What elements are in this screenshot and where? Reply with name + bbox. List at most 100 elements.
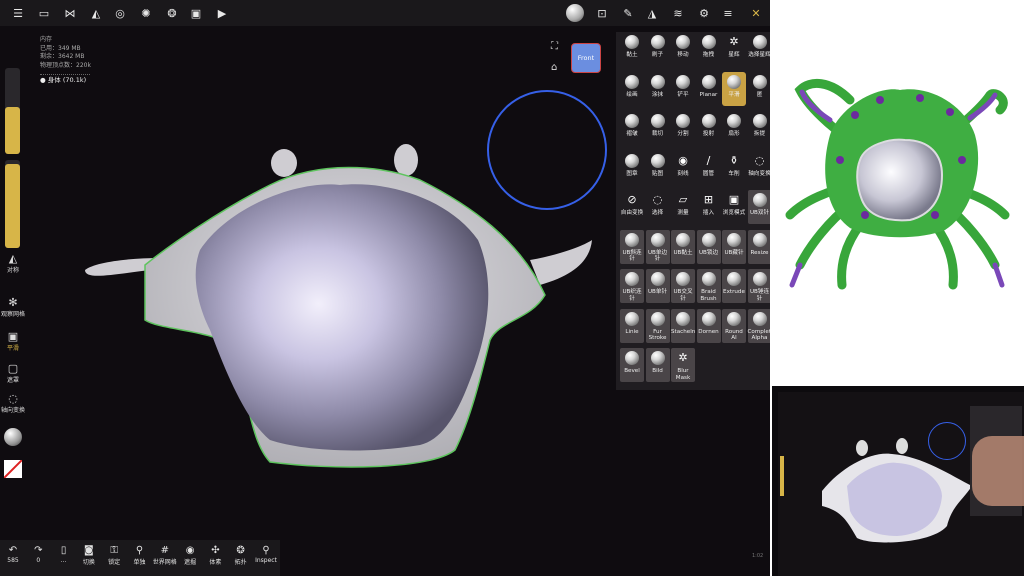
tool-4-1[interactable]: ◌ 选择 <box>646 190 670 224</box>
pip-brush-circle <box>928 422 966 460</box>
tool-label: 自由变换 <box>620 210 644 216</box>
grid-icon: # <box>160 545 169 556</box>
bottom-toolbar: ↶ 585 ↷ 0 ▯... ◙ 切换 ⚿ 锁定 ⚲ 单独 # 世界网格 ◉ 遮掘 ✣ 体素 ❂ 拓扑 ⚲ Inspec… <box>0 540 280 576</box>
tool-ball-icon <box>676 272 690 286</box>
tool-label: UB锤连针 <box>749 289 770 302</box>
tool-0-2[interactable]: 移动 <box>671 32 695 66</box>
tool-ball-icon <box>625 272 639 286</box>
tool-ball-icon <box>701 311 716 326</box>
tool-ball-icon <box>727 311 741 326</box>
tool-0-3[interactable]: 拖拽 <box>697 32 721 66</box>
bottom-redo-button[interactable]: ↷ 0 <box>25 544 51 564</box>
tool-2-1[interactable]: 裁切 <box>646 111 670 145</box>
tool-5-5[interactable]: Resize <box>747 229 770 264</box>
tool-2-3[interactable]: 投射 <box>697 111 721 145</box>
tool-6-2[interactable]: UB交叉针 <box>671 269 695 303</box>
tool-8-1[interactable]: Bild <box>645 348 670 382</box>
tool-4-3[interactable]: ⊞ 插入 <box>697 190 721 224</box>
tool-label: 贴图 <box>651 170 664 177</box>
inspect-icon: ⚲ <box>262 545 270 556</box>
tool-label: 轴向变换 <box>748 170 770 177</box>
tool-3-1[interactable]: 贴图 <box>646 151 670 185</box>
bottom-inspect-button[interactable]: ⚲ Inspect <box>253 544 279 564</box>
tool-4-2[interactable]: ▱ 测量 <box>671 190 695 224</box>
tool-ball-icon <box>650 272 665 286</box>
tool-7-3[interactable]: Dornen <box>696 308 721 343</box>
bottom-label: 遮掘 <box>184 559 197 566</box>
tool-5-0[interactable]: UB斜连针 <box>620 229 644 264</box>
tool-1-1[interactable]: 涂抹 <box>646 72 670 106</box>
bottom-camera-button[interactable]: ◙ 切换 <box>76 544 102 566</box>
tool-0-4[interactable]: ✲ 星辉 <box>722 32 746 66</box>
tool-3-4[interactable]: ⚱ 车削 <box>722 151 746 185</box>
tool-7-2[interactable]: Stacheln <box>671 308 695 343</box>
tool-ball-icon <box>752 35 767 49</box>
tool-ball-icon <box>752 232 767 247</box>
tool-7-1[interactable]: Fur Stroke <box>645 308 670 343</box>
tool-7-4[interactable]: Round Al <box>722 308 746 343</box>
tool-3-3[interactable]: ∕ 圆管 <box>697 151 721 185</box>
tool-1-4[interactable]: 平滑 <box>722 71 746 106</box>
bottom-topology-button[interactable]: ❂ 拓扑 <box>228 544 254 566</box>
tool-5-1[interactable]: UB单边针 <box>645 229 670 264</box>
bottom-grid-button[interactable]: # 世界网格 <box>152 544 178 566</box>
tool-6-3[interactable]: Braid Brush <box>696 269 721 303</box>
tool-ball-icon <box>676 232 690 247</box>
tool-2-5[interactable]: 拆提 <box>748 111 771 145</box>
tool-glyph-icon: ▱ <box>678 193 688 206</box>
tool-label: Braid Brush <box>700 289 717 302</box>
tool-1-2[interactable]: 铲平 <box>671 72 695 106</box>
tool-8-2[interactable]: ✲ Blur Mask <box>671 348 695 382</box>
tool-1-5[interactable]: 匿 <box>748 72 771 106</box>
tool-label: 选择星辉 <box>748 52 770 58</box>
bottom-label: 锁定 <box>108 559 121 566</box>
tool-3-5[interactable]: ◌ 轴向变换 <box>748 151 770 185</box>
tool-ball-icon <box>625 114 639 128</box>
tool-label: 浏览模式 <box>722 210 746 216</box>
tool-ball-icon <box>701 272 716 286</box>
bottom-undo-button[interactable]: ↶ 585 <box>0 544 26 564</box>
tool-6-4[interactable]: Extrude <box>722 269 746 303</box>
tool-label: Planar <box>699 91 718 98</box>
bottom-voxel-button[interactable]: ✣ 体素 <box>202 544 228 566</box>
tool-ball-icon <box>752 114 767 128</box>
tool-6-0[interactable]: UB织连针 <box>620 269 644 303</box>
tool-5-2[interactable]: UB黏土 <box>671 229 695 264</box>
tool-label: 车削 <box>728 170 740 177</box>
tool-4-4[interactable]: ▣ 浏览模式 <box>722 190 746 224</box>
tool-4-0[interactable]: ⊘ 自由变换 <box>620 190 644 224</box>
tool-ball-icon <box>625 311 639 326</box>
tool-glyph-icon: ⊘ <box>627 193 637 206</box>
tool-4-5[interactable]: UB双针 <box>747 190 770 224</box>
tool-7-0[interactable]: Linie <box>620 308 644 343</box>
tool-0-5[interactable]: 选择星辉 <box>748 32 770 66</box>
tool-6-1[interactable]: UB单针 <box>645 269 670 303</box>
tool-label: Complete Alpha <box>747 328 771 342</box>
tool-3-0[interactable]: 图章 <box>620 151 644 185</box>
view-cube[interactable]: Front <box>571 43 601 73</box>
bottom-file-button[interactable]: ▯... <box>51 544 77 564</box>
tool-3-2[interactable]: ◉ 刻线 <box>671 151 695 185</box>
tool-5-4[interactable]: UB藏针 <box>722 229 746 264</box>
bottom-label: Inspect <box>255 557 277 564</box>
tool-2-0[interactable]: 褶皱 <box>620 111 644 145</box>
home-icon[interactable]: ⌂ <box>551 62 557 73</box>
tool-label: UB黏土 <box>673 249 693 256</box>
tool-0-0[interactable]: 黏土 <box>620 32 644 66</box>
tool-5-3[interactable]: UB锁边 <box>696 229 721 264</box>
tool-0-1[interactable]: 刷子 <box>646 32 670 66</box>
tool-ball-icon <box>650 351 665 365</box>
fullscreen-icon[interactable]: ⛶ <box>551 41 558 52</box>
tool-6-5[interactable]: UB锤连针 <box>747 269 770 303</box>
bottom-lock-button[interactable]: ⚿ 锁定 <box>101 544 127 566</box>
tool-1-0[interactable]: 绘画 <box>620 72 644 106</box>
tool-7-5[interactable]: Complete Alpha <box>747 308 771 343</box>
tool-2-2[interactable]: 分割 <box>671 111 695 145</box>
bottom-search-button[interactable]: ⚲ 单独 <box>127 544 153 566</box>
tool-1-3[interactable]: Planar <box>697 72 721 106</box>
tool-2-4[interactable]: 扇形 <box>722 111 746 145</box>
tool-label: Dornen <box>698 328 719 335</box>
bottom-eye-button[interactable]: ◉ 遮掘 <box>177 544 203 566</box>
tool-8-0[interactable]: Bevel <box>620 348 644 382</box>
brush-radius-circle <box>487 90 607 210</box>
